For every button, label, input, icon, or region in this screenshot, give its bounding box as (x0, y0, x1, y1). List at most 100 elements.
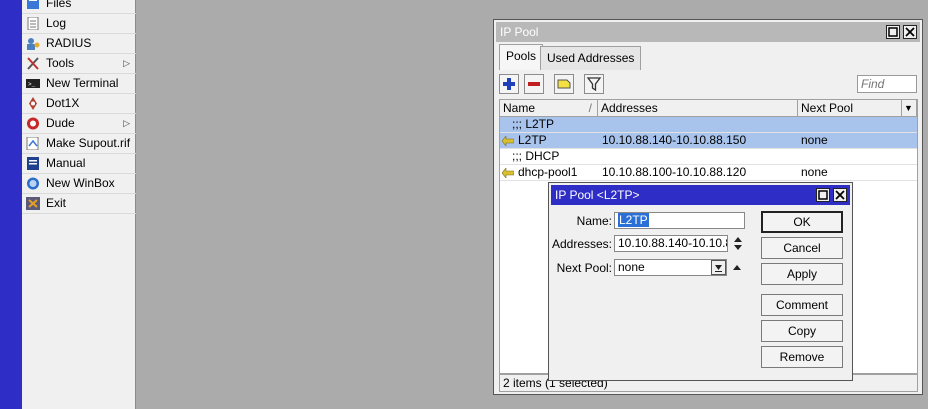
tab-used-addresses[interactable]: Used Addresses (540, 46, 642, 70)
comment-note-icon (557, 79, 571, 89)
menu-item-label: Dot1X (46, 96, 80, 110)
column-header-next-pool[interactable]: Next Pool (798, 100, 902, 117)
menu-item-label: Exit (46, 196, 67, 210)
maximize-icon (888, 27, 898, 37)
updown-arrow-icon (734, 237, 742, 250)
add-button[interactable] (499, 74, 519, 94)
name-field[interactable]: L2TP (614, 212, 745, 229)
menu-item-new-terminal[interactable]: >_ New Terminal (22, 74, 136, 94)
menu-item-exit[interactable]: Exit (22, 194, 136, 214)
menu-item-dot1x[interactable]: Dot1X (22, 94, 136, 114)
close-button[interactable] (833, 188, 847, 202)
log-icon (27, 17, 39, 30)
svg-text:>_: >_ (28, 81, 36, 88)
menu-item-label: Dude (46, 116, 75, 130)
exit-icon (26, 197, 40, 210)
submenu-arrow-icon: ▷ (123, 118, 130, 128)
menu-item-tools[interactable]: Tools ▷ (22, 54, 136, 74)
next-pool-collapse-button[interactable] (731, 261, 743, 273)
column-header-name[interactable]: Name / (500, 100, 598, 117)
column-chooser-button[interactable]: ▼ (902, 100, 917, 117)
radius-icon (27, 38, 40, 50)
next-pool-label: Next Pool: (556, 261, 612, 275)
remove-button[interactable] (524, 74, 544, 94)
menu-item-label: New WinBox (46, 176, 115, 190)
menu-item-label: Log (46, 16, 67, 30)
table-row-comment[interactable]: ;;; DHCP (500, 149, 917, 165)
dot1x-icon (29, 97, 37, 110)
window-titlebar[interactable]: IP Pool (496, 22, 920, 42)
left-edge-bar (0, 0, 22, 409)
addresses-label: Addresses: (551, 237, 612, 251)
copy-button[interactable]: Copy (761, 320, 843, 342)
table-row[interactable]: L2TP 10.10.88.140-10.10.88.150 none (500, 133, 917, 149)
menu-item-label: Make Supout.rif (46, 136, 131, 150)
menu-item-make-supout[interactable]: Make Supout.rif (22, 134, 136, 154)
menu-item-radius[interactable]: RADIUS (22, 34, 136, 54)
remove-button[interactable]: Remove (761, 346, 843, 368)
cancel-button[interactable]: Cancel (761, 237, 843, 259)
minus-icon (528, 82, 540, 86)
window-title: IP Pool (500, 25, 539, 39)
cell-next-pool: none (801, 165, 828, 179)
close-icon (905, 27, 915, 37)
ok-button[interactable]: OK (761, 211, 843, 233)
comment-button[interactable]: Comment (761, 294, 843, 316)
menu-item-log[interactable]: Log (22, 14, 136, 34)
menu-item-files[interactable]: Files (22, 0, 136, 14)
tools-icon (27, 57, 39, 70)
menu-item-label: Manual (46, 156, 86, 170)
ip-pool-edit-dialog: IP Pool <L2TP> Name: L2TP Addresses: 10.… (548, 182, 853, 381)
manual-icon (27, 157, 39, 170)
plus-icon (503, 78, 515, 90)
comment-button[interactable] (554, 74, 574, 94)
pool-icon (502, 168, 514, 178)
cell-addresses: 10.10.88.140-10.10.88.150 (602, 133, 747, 147)
name-field-value: L2TP (618, 213, 649, 227)
dialog-title: IP Pool <L2TP> (555, 188, 640, 202)
menu-item-new-winbox[interactable]: New WinBox (22, 174, 136, 194)
cell-name: dhcp-pool1 (518, 165, 578, 179)
maximize-button[interactable] (816, 188, 830, 202)
row-comment-text: ;;; L2TP (512, 117, 555, 131)
close-icon (835, 190, 845, 200)
cell-name: L2TP (518, 133, 547, 147)
addresses-field[interactable]: 10.10.88.140-10.10.88 (614, 235, 728, 252)
name-label: Name: (576, 214, 612, 228)
tab-pools[interactable]: Pools (499, 44, 544, 70)
menu-item-label: RADIUS (46, 36, 92, 50)
filter-button[interactable] (584, 74, 604, 94)
winbox-icon (27, 177, 39, 190)
submenu-arrow-icon: ▷ (123, 58, 130, 68)
apply-button[interactable]: Apply (761, 263, 843, 285)
files-icon (27, 0, 39, 9)
cell-next-pool: none (801, 133, 828, 147)
table-row-comment[interactable]: ;;; L2TP (500, 117, 917, 133)
menu-item-label: Files (46, 0, 72, 10)
dialog-titlebar[interactable]: IP Pool <L2TP> (551, 185, 850, 205)
maximize-icon (818, 190, 828, 200)
maximize-button[interactable] (886, 25, 900, 39)
terminal-icon: >_ (26, 79, 40, 88)
up-arrow-icon (733, 265, 741, 270)
column-header-addresses[interactable]: Addresses (598, 100, 798, 117)
menu-item-label: Tools (46, 56, 75, 70)
filter-icon (586, 77, 602, 92)
close-button[interactable] (903, 25, 917, 39)
supout-icon (26, 137, 39, 150)
row-comment-text: ;;; DHCP (512, 149, 560, 163)
dude-icon (27, 117, 39, 130)
pool-icon (502, 136, 514, 146)
table-row[interactable]: dhcp-pool1 10.10.88.100-10.10.88.120 non… (500, 165, 917, 181)
side-menu: Files Log RADIUS Tools ▷ >_ New Terminal… (22, 0, 136, 409)
sort-indicator-icon: / (588, 101, 592, 115)
next-pool-dropdown-button[interactable] (711, 260, 726, 275)
dropdown-arrow-icon (715, 265, 722, 272)
dropdown-arrow-icon: ▼ (904, 103, 913, 113)
cell-addresses: 10.10.88.100-10.10.88.120 (602, 165, 747, 179)
find-input[interactable] (857, 75, 917, 93)
menu-item-manual[interactable]: Manual (22, 154, 136, 174)
menu-item-dude[interactable]: Dude ▷ (22, 114, 136, 134)
menu-item-label: New Terminal (46, 76, 119, 90)
addresses-updown-button[interactable] (732, 235, 744, 252)
